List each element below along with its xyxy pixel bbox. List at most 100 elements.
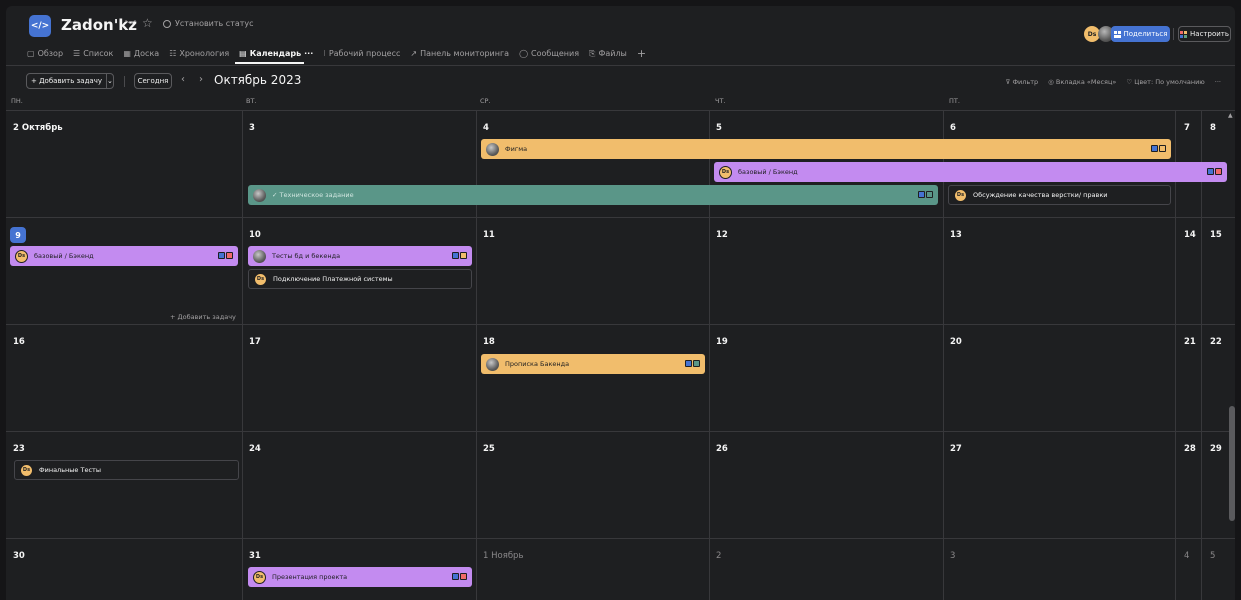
day-number[interactable]: 13 (950, 230, 962, 240)
day-number[interactable]: 4 (1184, 551, 1189, 561)
tab-workflow[interactable]: ⁝ Рабочий процесс (323, 49, 400, 58)
task-bar[interactable]: Ds базовый / Бэкенд (714, 162, 1227, 182)
weekday-label: ЧТ. (715, 97, 726, 105)
scrollbar-thumb[interactable] (1229, 406, 1235, 521)
day-number[interactable]: 20 (950, 337, 962, 347)
task-bar[interactable]: Ds Подключение Платежной системы (248, 269, 472, 289)
task-title: базовый / Бэкенд (738, 168, 798, 176)
status-circle-icon (163, 19, 171, 28)
day-number[interactable]: 8 (1210, 123, 1216, 133)
day-number[interactable]: 21 (1184, 337, 1196, 347)
task-bar[interactable]: Ds Обсуждение качества верстки/ правки (948, 185, 1171, 205)
grid-line (1201, 111, 1202, 600)
chevron-left-icon[interactable]: ‹ (181, 74, 185, 85)
task-title: Подключение Платежной системы (273, 275, 393, 283)
day-number[interactable]: 19 (716, 337, 728, 347)
today-button[interactable]: Сегодня (134, 73, 172, 89)
task-bar[interactable]: Прописка Бакенда (481, 354, 705, 374)
filter-label: Фильтр (1012, 78, 1039, 86)
day-number[interactable]: 3 (950, 551, 955, 561)
chevron-down-icon[interactable]: ⌄ (105, 74, 113, 88)
day-number[interactable]: 2 (716, 551, 721, 561)
tab-timeline[interactable]: ☷ Хронология (169, 49, 229, 58)
task-title: Презентация проекта (272, 573, 348, 581)
add-task-label[interactable]: + Добавить задачу (27, 77, 106, 85)
task-bar[interactable]: Ds Финальные Тесты (14, 460, 239, 480)
day-number[interactable]: 22 (1210, 337, 1222, 347)
task-bar[interactable]: Ds базовый / Бэкенд (10, 246, 238, 266)
today-indicator[interactable]: 9 (10, 227, 26, 243)
task-title: Фигма (505, 145, 528, 153)
day-number[interactable]: 29 (1210, 444, 1222, 454)
day-number[interactable]: 6 (950, 123, 956, 133)
chevron-right-icon[interactable]: › (199, 74, 203, 85)
avatar (253, 249, 266, 263)
calendar-grid: 2 Октябрь 3 4 5 6 7 8 Фигма Ds базовый /… (6, 111, 1235, 600)
day-number[interactable]: 11 (483, 230, 495, 240)
set-status-button[interactable]: Установить статус (163, 19, 254, 28)
tag-yellow (460, 252, 467, 259)
day-number[interactable]: 7 (1184, 123, 1190, 133)
day-number[interactable]: 14 (1184, 230, 1196, 240)
day-number[interactable]: 23 (13, 444, 25, 454)
day-number[interactable]: 24 (249, 444, 261, 454)
day-number[interactable]: 28 (1184, 444, 1196, 454)
month-view-button[interactable]: ◎ Вкладка «Месяц» (1048, 78, 1116, 86)
tab-overview[interactable]: ▢ Обзор (27, 49, 63, 58)
day-number[interactable]: 3 (249, 123, 255, 133)
tag-blue (452, 252, 459, 259)
day-number[interactable]: 25 (483, 444, 495, 454)
grid-line (6, 538, 1235, 539)
day-number[interactable]: 10 (249, 230, 261, 240)
tab-label: Список (83, 49, 114, 58)
task-bar[interactable]: ✓ Техническое задание (248, 185, 938, 205)
avatar: Ds (20, 463, 33, 477)
share-button[interactable]: Поделиться (1111, 26, 1170, 42)
add-task-in-cell-button[interactable]: + Добавить задачу (170, 313, 236, 321)
day-number[interactable]: 4 (483, 123, 489, 133)
star-icon[interactable]: ☆ (142, 16, 153, 30)
color-button[interactable]: ♡ Цвет: По умолчанию (1126, 78, 1204, 86)
project-code-icon[interactable]: </> (29, 15, 51, 37)
tab-board[interactable]: ▦ Доска (123, 49, 159, 58)
tab-dashboard[interactable]: ↗ Панель мониторинга (410, 49, 509, 58)
day-number[interactable]: 26 (716, 444, 728, 454)
task-bar[interactable]: Фигма (481, 139, 1171, 159)
day-number[interactable]: 15 (1210, 230, 1222, 240)
tab-list[interactable]: ☰ Список (73, 49, 113, 58)
task-bar[interactable]: Тесты бд и бекенда (248, 246, 472, 266)
day-number[interactable]: 30 (13, 551, 25, 561)
day-number[interactable]: 1 Ноябрь (483, 551, 523, 561)
grid-line (242, 111, 243, 600)
weekday-label: ВТ. (246, 97, 257, 105)
more-options-icon[interactable]: ··· (1215, 78, 1221, 86)
day-number[interactable]: 12 (716, 230, 728, 240)
add-task-button[interactable]: + Добавить задачу ⌄ (26, 73, 114, 89)
day-number[interactable]: 5 (1210, 551, 1215, 561)
filter-button[interactable]: ⊽ Фильтр (1006, 78, 1039, 86)
tab-files[interactable]: ⎘ Файлы (589, 49, 627, 59)
share-label: Поделиться (1123, 30, 1168, 38)
chevron-down-icon[interactable]: ﹀ (125, 17, 136, 33)
day-number[interactable]: 18 (483, 337, 495, 347)
day-number[interactable]: 2 Октябрь (13, 123, 63, 133)
task-bar[interactable]: Ds Презентация проекта (248, 567, 472, 587)
tab-label: Хронология (179, 49, 230, 58)
day-number[interactable]: 27 (950, 444, 962, 454)
day-number[interactable]: 17 (249, 337, 261, 347)
day-number[interactable]: 5 (716, 123, 722, 133)
calendar-icon: ▤ (239, 49, 247, 58)
scroll-up-arrow-icon[interactable]: ▲ (1228, 112, 1233, 119)
add-tab-button[interactable]: + (637, 47, 646, 60)
task-title: базовый / Бэкенд (34, 252, 94, 260)
tag-yellow (1159, 145, 1166, 152)
day-number[interactable]: 16 (13, 337, 25, 347)
tab-messages[interactable]: ◯ Сообщения (519, 49, 579, 58)
day-number[interactable]: 31 (249, 551, 261, 561)
set-status-label: Установить статус (175, 19, 254, 28)
configure-button[interactable]: Настроить (1178, 26, 1231, 42)
tab-more-icon[interactable]: ··· (304, 49, 313, 58)
member-avatars[interactable]: Ds (1084, 26, 1114, 42)
tag-red (460, 573, 467, 580)
tab-calendar[interactable]: ▤ Календарь ··· (239, 49, 313, 58)
